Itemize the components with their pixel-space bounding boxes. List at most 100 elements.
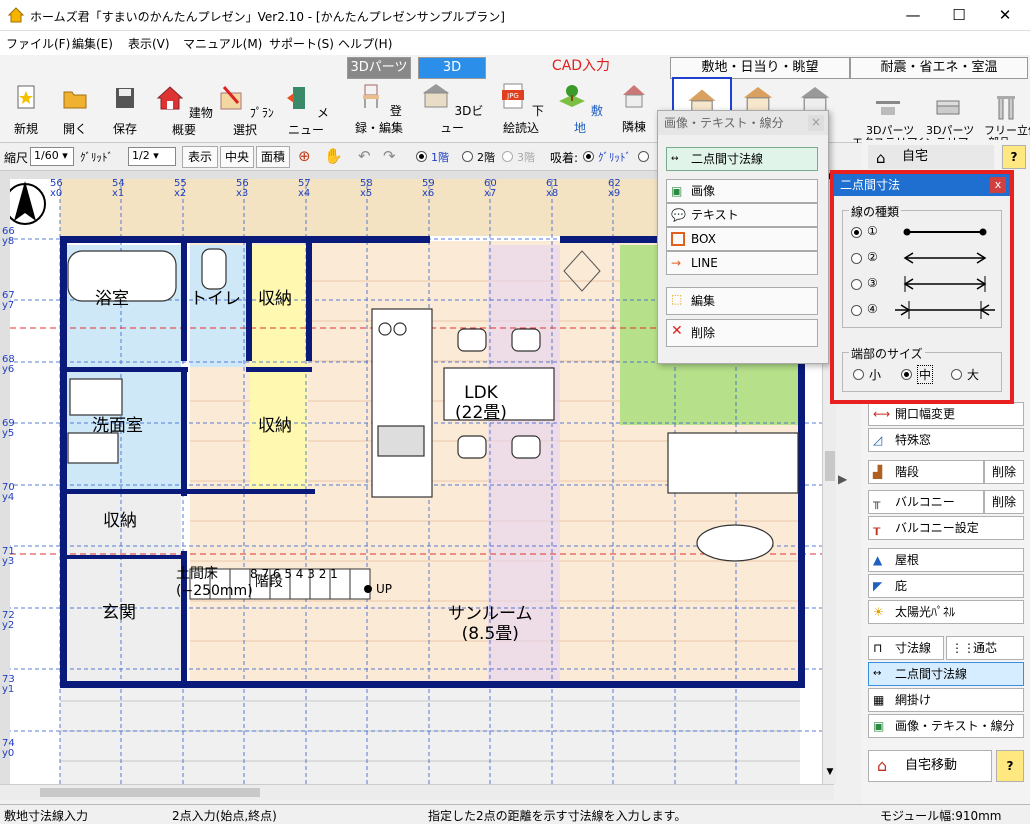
- delete-x-icon: ✕: [671, 323, 683, 339]
- eaves-button[interactable]: ◤ 庇: [868, 574, 1024, 598]
- dimension-line-button[interactable]: ⊓ 寸法線: [868, 636, 944, 660]
- grid-select[interactable]: 1/2 ▾: [128, 147, 176, 166]
- popup-delete-button[interactable]: ✕ 削除: [666, 319, 818, 347]
- solar-panel-button[interactable]: ☀ 太陽光ﾊﾟﾈﾙ: [868, 600, 1024, 624]
- grid-axis-button[interactable]: ⋮⋮ 通芯: [946, 636, 1024, 660]
- balcony-settings-button[interactable]: ┰ バルコニー設定: [868, 516, 1024, 540]
- end-size-small-radio[interactable]: [853, 369, 864, 380]
- save-icon: [116, 88, 134, 108]
- close-button[interactable]: ✕: [982, 0, 1028, 31]
- move-help-button[interactable]: ?: [996, 750, 1024, 782]
- minimize-button[interactable]: —: [890, 0, 936, 31]
- popup-two-point-dim-button[interactable]: ↔ 二点間寸法線: [666, 147, 818, 171]
- image-text-line-popup: 画像・テキスト・線分 × ↔ 二点間寸法線 ▣ 画像 💬 テキスト BOX → LINE…: [657, 110, 829, 364]
- vertical-scroll-thumb[interactable]: [825, 451, 835, 481]
- popup-text-button[interactable]: 💬 テキスト: [666, 203, 818, 227]
- image-icon: ▣: [873, 719, 885, 733]
- plan-select-button[interactable]: ﾌﾟﾗﾝ選択: [216, 83, 274, 138]
- image-text-line-button[interactable]: ▣ 画像・テキスト・線分: [868, 714, 1024, 738]
- menu-view[interactable]: 表示(V): [128, 35, 170, 52]
- horizontal-scrollbar[interactable]: [0, 784, 834, 800]
- new-label: 新規: [13, 122, 38, 136]
- carport-icon: [876, 100, 900, 115]
- ruler-x1: 54 x1: [112, 178, 125, 199]
- sofa-icon: [936, 100, 960, 115]
- snap-other-radio[interactable]: [638, 151, 649, 162]
- balcony-button[interactable]: ╥ バルコニー: [868, 490, 984, 514]
- floor2-radio[interactable]: [462, 151, 473, 162]
- undo-icon[interactable]: ↶: [358, 147, 371, 165]
- ruler-y4: 70 y4: [2, 482, 15, 503]
- help-button[interactable]: ?: [1002, 145, 1026, 169]
- center-button[interactable]: 中央: [220, 146, 254, 168]
- home-button[interactable]: ⌂ 自宅: [868, 145, 994, 169]
- end-size-large-label: 大: [967, 368, 980, 382]
- popup-edit-button[interactable]: ⬚ 編集: [666, 287, 818, 315]
- move-home-button[interactable]: ⌂ 自宅移動: [868, 750, 992, 782]
- line-type-1-radio[interactable]: [851, 227, 862, 238]
- two-point-dimension-button[interactable]: ↔ 二点間寸法線: [868, 662, 1024, 686]
- balcony-delete-button[interactable]: 削除: [984, 490, 1024, 514]
- tab-site-sun-view[interactable]: 敷地・日当り・眺望: [670, 57, 850, 79]
- stairs-delete-button[interactable]: 削除: [984, 460, 1024, 484]
- opening-width-button[interactable]: ⟷ 開口幅変更: [868, 402, 1024, 426]
- save-button[interactable]: 保存: [105, 83, 145, 137]
- menu-help[interactable]: ヘルプ(H): [338, 35, 392, 52]
- tab-3d[interactable]: 3D: [418, 57, 486, 79]
- popup-box-button[interactable]: BOX: [666, 227, 818, 251]
- display-button[interactable]: 表示: [182, 146, 218, 168]
- tab-3d-parts[interactable]: 3Dパーツ: [347, 57, 411, 79]
- roof-button[interactable]: ▲ 屋根: [868, 548, 1024, 572]
- dialog-close-button[interactable]: x: [990, 177, 1006, 193]
- popup-line-button[interactable]: → LINE: [666, 251, 818, 275]
- tab-seismic-energy[interactable]: 耐震・省エネ・室温: [850, 57, 1028, 79]
- redo-icon[interactable]: ↷: [383, 147, 396, 165]
- ruler-x3: 56 x3: [236, 178, 249, 199]
- popup-image-button[interactable]: ▣ 画像: [666, 179, 818, 203]
- popup-close-button[interactable]: ×: [808, 115, 824, 131]
- status-module: モジュール幅:910mm: [880, 809, 1002, 823]
- special-window-button[interactable]: ◿ 特殊窓: [868, 428, 1024, 452]
- scroll-down-icon[interactable]: ▼: [823, 767, 837, 781]
- line-type-3-radio[interactable]: [851, 279, 862, 290]
- site-button[interactable]: 敷地: [552, 81, 608, 136]
- floor3-radio[interactable]: [502, 151, 513, 162]
- ruler-y5: 69 y5: [2, 418, 15, 439]
- balcony-label: バルコニー: [895, 495, 955, 509]
- scale-select[interactable]: 1/60 ▾: [30, 147, 74, 166]
- building-overview-button[interactable]: 建物概要: [155, 83, 213, 138]
- ruler-y6: 68 y6: [2, 354, 15, 375]
- neighbor-building-button[interactable]: 隣棟: [612, 81, 656, 135]
- end-size-medium-radio[interactable]: [901, 369, 912, 380]
- panel-expand-arrow-icon[interactable]: ▶: [838, 472, 858, 492]
- snap-grid-radio[interactable]: [583, 151, 594, 162]
- hatching-button[interactable]: ▦ 網掛け: [868, 688, 1024, 712]
- open-button[interactable]: 開く: [55, 83, 95, 137]
- register-edit-button[interactable]: 登録・編集: [347, 81, 411, 136]
- end-size-large-radio[interactable]: [951, 369, 962, 380]
- new-file-icon: [17, 85, 35, 109]
- 3d-view-button[interactable]: 3Dビュー: [418, 81, 486, 136]
- popup-image-label: 画像: [691, 184, 716, 198]
- new-button[interactable]: 新規: [6, 83, 46, 137]
- menu-support[interactable]: サポート(S): [269, 35, 334, 52]
- line-type-4-radio[interactable]: [851, 305, 862, 316]
- line-type-4-label: ④: [867, 302, 878, 316]
- zoom-icon[interactable]: ⊕: [298, 147, 311, 165]
- maximize-button[interactable]: ☐: [936, 0, 982, 31]
- stairs-button[interactable]: ▟ 階段: [868, 460, 984, 484]
- neighbor-building-label: 隣棟: [621, 120, 646, 134]
- menu-edit[interactable]: 編集(E): [72, 35, 113, 52]
- menu-button[interactable]: メニュー: [280, 83, 332, 138]
- underlay-load-button[interactable]: JPG 下絵読込: [493, 81, 549, 136]
- tab-cad-input[interactable]: CAD入力: [493, 55, 669, 77]
- pan-hand-icon[interactable]: ✋: [324, 147, 343, 165]
- menu-file[interactable]: ファイル(F): [6, 35, 70, 52]
- horizontal-scroll-thumb[interactable]: [40, 788, 260, 797]
- dimension-line-icon: ⊓: [873, 641, 883, 655]
- area-button[interactable]: 面積: [256, 146, 290, 168]
- line-type-2-radio[interactable]: [851, 253, 862, 264]
- floor1-radio[interactable]: [416, 151, 427, 162]
- menu-manual[interactable]: マニュアル(M): [183, 35, 262, 52]
- room-storage-1: 収納: [258, 289, 292, 309]
